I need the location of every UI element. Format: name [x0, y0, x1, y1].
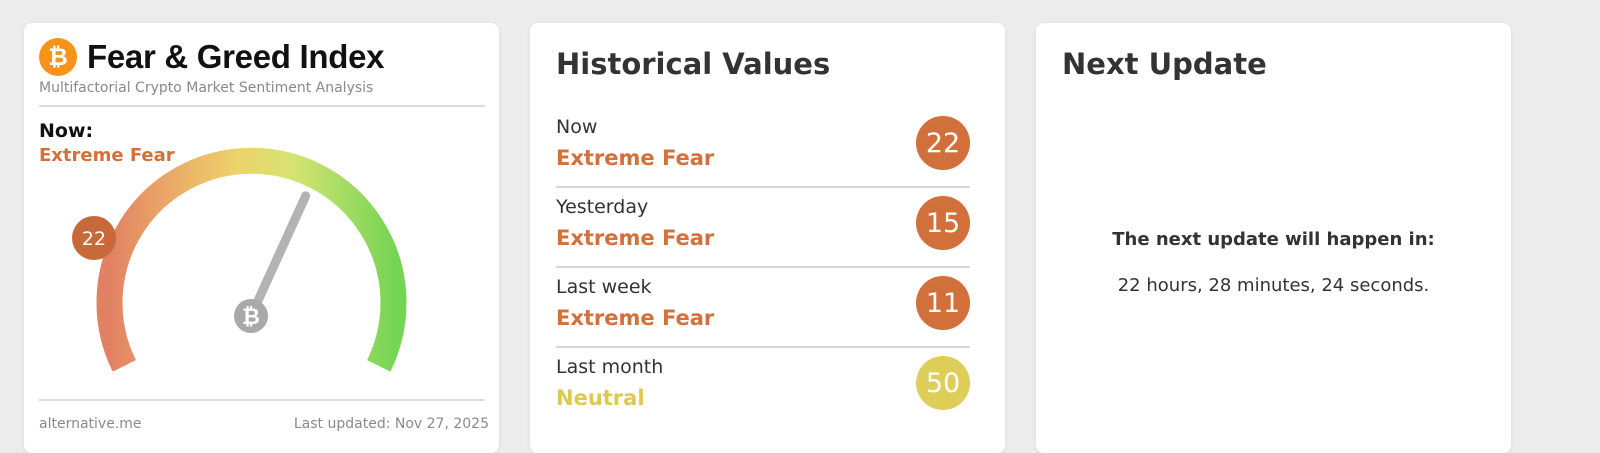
next-update-card: Next Update The next update will happen … — [1036, 23, 1511, 453]
history-row-last-week: Last week Extreme Fear 11 — [556, 266, 970, 344]
sentiment-gauge: ₿ 22 — [72, 147, 407, 372]
divider — [39, 399, 485, 401]
next-update-countdown: 22 hours, 28 minutes, 24 seconds. — [1117, 275, 1430, 296]
history-value-badge: 50 — [916, 356, 970, 410]
history-value-badge: 22 — [916, 116, 970, 170]
history-row-yesterday: Yesterday Extreme Fear 15 — [556, 186, 970, 264]
svg-text:22: 22 — [82, 228, 106, 250]
history-row-now: Now Extreme Fear 22 — [556, 106, 970, 184]
next-update-label: The next update will happen in: — [1112, 229, 1435, 250]
history-classification: Neutral — [556, 386, 645, 410]
fear-greed-card: ₿ Fear & Greed Index Multifactorial Cryp… — [24, 23, 499, 453]
card-title: Historical Values — [556, 47, 831, 81]
history-period: Last week — [556, 276, 652, 298]
last-updated: Last updated: Nov 27, 2025 — [293, 416, 489, 432]
gauge-value-badge: 22 — [72, 216, 116, 260]
svg-text:₿: ₿ — [242, 305, 260, 330]
history-classification: Extreme Fear — [556, 146, 715, 170]
history-classification: Extreme Fear — [556, 226, 715, 250]
source-link[interactable]: alternative.me — [39, 416, 142, 432]
history-value-badge: 11 — [916, 276, 970, 330]
historical-values-card: Historical Values Now Extreme Fear 22 Ye… — [530, 23, 1005, 453]
history-period: Last month — [556, 356, 664, 378]
history-classification: Extreme Fear — [556, 306, 715, 330]
history-value-badge: 15 — [916, 196, 970, 250]
bitcoin-center-icon: ₿ — [234, 299, 268, 333]
history-period: Yesterday — [556, 196, 649, 218]
card-title: Next Update — [1062, 47, 1267, 81]
gauge-needle — [246, 191, 311, 321]
history-period: Now — [556, 116, 598, 138]
gauge-arc — [96, 147, 407, 372]
history-row-last-month: Last month Neutral 50 — [556, 346, 970, 424]
